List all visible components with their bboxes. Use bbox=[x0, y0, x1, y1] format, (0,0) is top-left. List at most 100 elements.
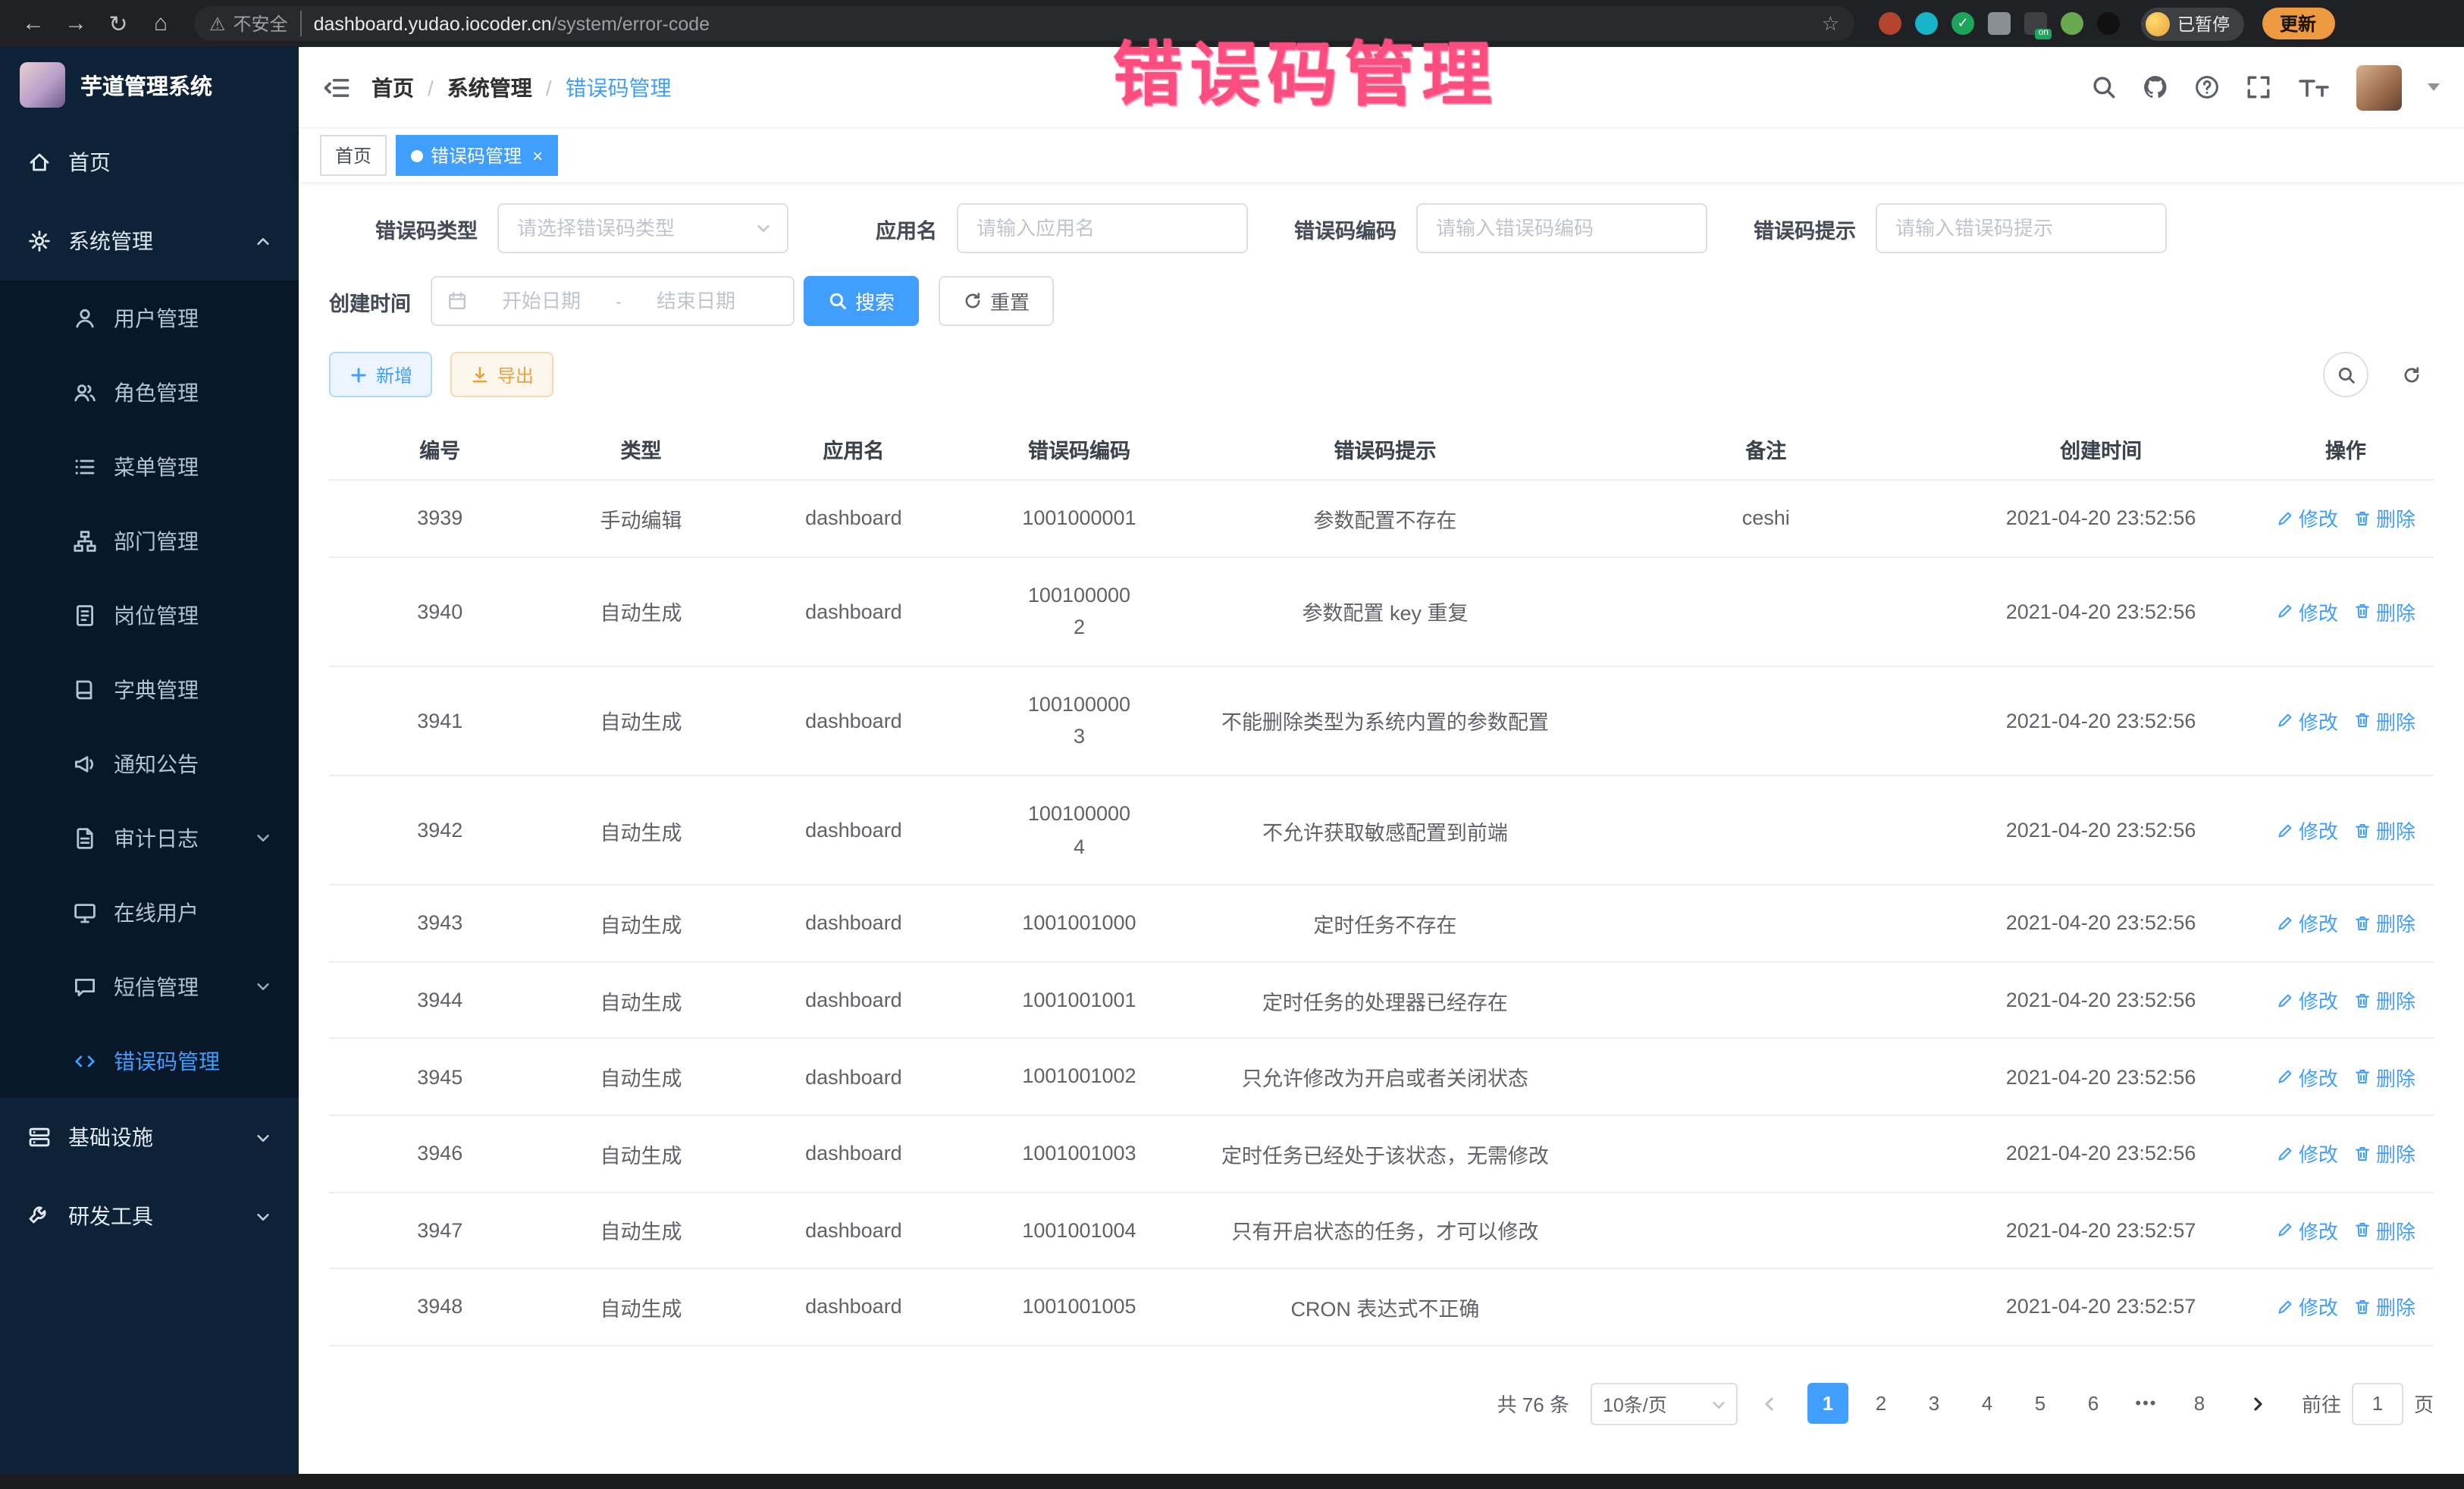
error-hint-input[interactable] bbox=[1876, 203, 2167, 253]
edit-link[interactable]: 修改 bbox=[2276, 816, 2338, 845]
avatar-caret-icon[interactable] bbox=[2428, 83, 2440, 91]
delete-link[interactable]: 删除 bbox=[2353, 909, 2415, 938]
toggle-search-button[interactable] bbox=[2323, 352, 2368, 397]
reset-button[interactable]: 重置 bbox=[939, 276, 1054, 326]
filter-error-type: 错误码类型 bbox=[329, 203, 788, 253]
page-button[interactable]: 1 bbox=[1807, 1383, 1848, 1424]
pagination-ellipsis[interactable]: ••• bbox=[2126, 1383, 2167, 1424]
error-hint-input-field[interactable] bbox=[1892, 215, 2150, 241]
github-icon[interactable] bbox=[2143, 74, 2168, 100]
edit-link[interactable]: 修改 bbox=[2276, 909, 2338, 938]
error-code-input-field[interactable] bbox=[1433, 215, 1691, 241]
search-button[interactable]: 搜索 bbox=[804, 276, 919, 326]
delete-link[interactable]: 删除 bbox=[2353, 1293, 2415, 1321]
export-button[interactable]: 导出 bbox=[450, 352, 553, 397]
sidebar-item-dict[interactable]: 字典管理 bbox=[0, 652, 299, 726]
edit-link[interactable]: 修改 bbox=[2276, 597, 2338, 625]
sidebar-item-home[interactable]: 首页 bbox=[0, 123, 299, 202]
start-date-input[interactable] bbox=[476, 288, 607, 314]
extension-teal-icon[interactable] bbox=[1915, 12, 1938, 35]
cell-memo bbox=[1588, 666, 1944, 776]
sidebar-collapse-icon[interactable] bbox=[323, 74, 350, 101]
breadcrumb-item[interactable]: 首页 bbox=[371, 72, 414, 102]
app-name-input-field[interactable] bbox=[973, 215, 1231, 241]
delete-link[interactable]: 删除 bbox=[2353, 1139, 2415, 1168]
page-button[interactable]: 8 bbox=[2179, 1383, 2220, 1424]
search-icon[interactable] bbox=[2091, 74, 2117, 100]
add-button[interactable]: 新增 bbox=[329, 352, 432, 397]
close-tab-icon[interactable]: × bbox=[532, 146, 543, 165]
edit-link-label: 修改 bbox=[2299, 1216, 2338, 1245]
sidebar-item-user[interactable]: 用户管理 bbox=[0, 281, 299, 355]
prev-page-button[interactable] bbox=[1750, 1384, 1789, 1423]
delete-link[interactable]: 删除 bbox=[2353, 816, 2415, 845]
user-avatar[interactable] bbox=[2356, 64, 2402, 110]
page-button[interactable]: 4 bbox=[1967, 1383, 2008, 1424]
extension-red-icon[interactable] bbox=[1879, 12, 1901, 35]
extension-gray-icon[interactable] bbox=[1988, 12, 2011, 35]
address-bar[interactable]: ⚠ 不安全 dashboard.yudao.iocoder.cn/system/… bbox=[194, 6, 1854, 41]
delete-link[interactable]: 删除 bbox=[2353, 1062, 2415, 1091]
page-button[interactable]: 6 bbox=[2073, 1383, 2114, 1424]
page-size-select[interactable]: 10条/页 bbox=[1591, 1382, 1738, 1425]
sidebar-item-menu[interactable]: 菜单管理 bbox=[0, 429, 299, 503]
end-date-input[interactable] bbox=[631, 288, 761, 314]
tab-errorcode[interactable]: 错误码管理× bbox=[396, 135, 558, 176]
page-button[interactable]: 3 bbox=[1914, 1383, 1955, 1424]
sidebar-item-system[interactable]: 系统管理 bbox=[0, 202, 299, 281]
forward-button[interactable]: → bbox=[58, 5, 94, 42]
edit-link[interactable]: 修改 bbox=[2276, 986, 2338, 1014]
extension-switch-icon[interactable]: on bbox=[2024, 12, 2047, 35]
sidebar-item-role[interactable]: 角色管理 bbox=[0, 355, 299, 429]
extension-pin-icon[interactable] bbox=[2097, 12, 2120, 35]
sidebar-item-infra[interactable]: 基础设施 bbox=[0, 1098, 299, 1177]
page-content: 错误码类型 应用名 bbox=[299, 182, 2464, 1474]
page-button[interactable]: 5 bbox=[2020, 1383, 2061, 1424]
edit-link[interactable]: 修改 bbox=[2276, 1062, 2338, 1091]
home-button[interactable]: ⌂ bbox=[143, 5, 179, 42]
cell-created: 2021-04-20 23:52:57 bbox=[1944, 1268, 2258, 1345]
delete-link[interactable]: 删除 bbox=[2353, 597, 2415, 625]
header-row: 编号类型应用名错误码编码错误码提示备注创建时间操作 bbox=[329, 418, 2434, 480]
app-name-input[interactable] bbox=[957, 203, 1248, 253]
tab-home[interactable]: 首页 bbox=[320, 135, 387, 176]
back-button[interactable]: ← bbox=[15, 5, 52, 42]
page-button[interactable]: 2 bbox=[1861, 1383, 1901, 1424]
cell-memo bbox=[1588, 776, 1944, 885]
delete-link[interactable]: 删除 bbox=[2353, 504, 2415, 533]
edit-link[interactable]: 修改 bbox=[2276, 1139, 2338, 1168]
sidebar-item-notice[interactable]: 通知公告 bbox=[0, 726, 299, 801]
sidebar-item-errorcode[interactable]: 错误码管理 bbox=[0, 1023, 299, 1098]
error-type-select-input[interactable] bbox=[514, 215, 746, 241]
sidebar-item-devtools[interactable]: 研发工具 bbox=[0, 1177, 299, 1255]
delete-link[interactable]: 删除 bbox=[2353, 986, 2415, 1014]
delete-link[interactable]: 删除 bbox=[2353, 707, 2415, 735]
sidebar-item-dept[interactable]: 部门管理 bbox=[0, 503, 299, 578]
refresh-table-button[interactable] bbox=[2388, 352, 2434, 397]
breadcrumb-item[interactable]: 系统管理 bbox=[447, 72, 532, 102]
sidebar-item-sms[interactable]: 短信管理 bbox=[0, 949, 299, 1023]
delete-link[interactable]: 删除 bbox=[2353, 1216, 2415, 1245]
edit-link[interactable]: 修改 bbox=[2276, 1216, 2338, 1245]
reload-button[interactable]: ↻ bbox=[100, 5, 136, 42]
extension-leaf-icon[interactable] bbox=[2061, 12, 2083, 35]
edit-link[interactable]: 修改 bbox=[2276, 504, 2338, 533]
edit-link[interactable]: 修改 bbox=[2276, 707, 2338, 735]
browser-profile-chip[interactable]: 已暂停 bbox=[2141, 7, 2243, 40]
error-code-input[interactable] bbox=[1416, 203, 1707, 253]
extension-green-check-icon[interactable]: ✓ bbox=[1951, 12, 1974, 35]
bookmark-star-icon[interactable]: ☆ bbox=[1822, 11, 1839, 36]
date-range-picker[interactable]: - bbox=[431, 276, 795, 326]
edit-link[interactable]: 修改 bbox=[2276, 1293, 2338, 1321]
next-page-button[interactable] bbox=[2238, 1384, 2277, 1423]
help-icon[interactable] bbox=[2194, 74, 2220, 100]
sidebar-logo[interactable]: 芋道管理系统 bbox=[0, 47, 299, 123]
error-type-select[interactable] bbox=[497, 203, 788, 253]
font-size-icon[interactable] bbox=[2297, 75, 2331, 99]
sidebar-item-online[interactable]: 在线用户 bbox=[0, 875, 299, 949]
goto-page-input[interactable] bbox=[2352, 1382, 2403, 1425]
sidebar-item-audit[interactable]: 审计日志 bbox=[0, 801, 299, 875]
fullscreen-icon[interactable] bbox=[2246, 74, 2271, 100]
sidebar-item-post[interactable]: 岗位管理 bbox=[0, 578, 299, 652]
browser-update-button[interactable]: 更新 bbox=[2262, 8, 2334, 39]
